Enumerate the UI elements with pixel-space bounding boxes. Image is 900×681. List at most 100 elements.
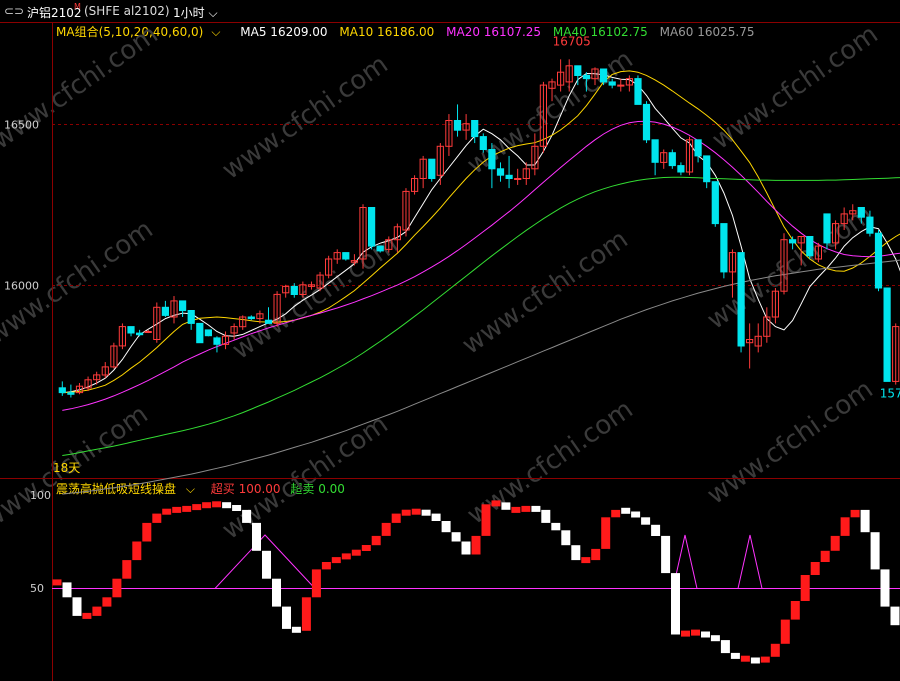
watermark: www.cfchi.com (457, 224, 634, 360)
indicator-bar (760, 656, 770, 663)
indicator-bar (571, 545, 581, 561)
indicator-bar (401, 509, 411, 516)
indicator-bar (222, 502, 232, 509)
candle-body (866, 216, 874, 234)
indicator-bar (770, 643, 780, 657)
indicator-bar (800, 575, 810, 601)
watermark: www.cfchi.com (217, 49, 394, 185)
indicator-bar (381, 522, 391, 536)
indicator-bar (122, 560, 132, 579)
indicator-bar (92, 606, 102, 616)
indicator-bar (112, 578, 122, 598)
candle-body (617, 84, 625, 87)
indicator-bar (182, 505, 192, 512)
indicator-bar (611, 509, 621, 518)
candle-body (179, 300, 187, 312)
indicator-bar (511, 506, 521, 513)
candle-body (136, 332, 144, 336)
candle-body (883, 287, 891, 382)
indicator-bar (661, 535, 671, 574)
indicator-bar (291, 626, 301, 633)
indicator-bar (701, 631, 710, 638)
indicator-bar (82, 612, 92, 619)
indicator-bar (242, 509, 252, 523)
y-tick-label: 16500 (4, 119, 39, 132)
indicator-bar (790, 601, 800, 620)
indicator-bar (541, 509, 551, 523)
candle-body (634, 78, 642, 105)
indicator-bar (671, 573, 680, 635)
indicator-bar (341, 553, 351, 560)
indicator-bar (102, 597, 112, 607)
indicator-bar (411, 508, 421, 515)
indicator-bar (710, 635, 720, 642)
indicator-bar (780, 619, 790, 644)
indicator-bar (491, 500, 501, 507)
candle-body (368, 207, 376, 247)
indicator-bar (810, 562, 820, 575)
indicator-bar (481, 504, 491, 536)
indicator-bar (890, 606, 900, 626)
candle-body (428, 158, 436, 179)
candle-body (488, 149, 496, 170)
high-price-label: 16705 (553, 34, 591, 48)
candle-body (514, 178, 522, 180)
candle-body (58, 387, 66, 394)
indicator-bar (451, 532, 461, 542)
indicator-bar (840, 517, 850, 536)
candle-body (668, 152, 676, 167)
candle-body (694, 139, 702, 157)
indicator-bar (471, 535, 481, 555)
candle-body (204, 329, 213, 337)
watermark: www.cfchi.com (707, 19, 884, 155)
watermark: www.cfchi.com (0, 19, 164, 155)
indicator-bar (880, 569, 890, 607)
candle-body (453, 120, 462, 131)
candle-body (720, 223, 728, 273)
candle-body (144, 331, 152, 333)
candle-body (711, 181, 719, 225)
candle-body (247, 316, 255, 320)
candle-body (703, 155, 711, 183)
candle-body (677, 165, 685, 173)
watermark: www.cfchi.com (702, 374, 879, 510)
indicator-bar (252, 522, 261, 551)
candle-body (187, 310, 195, 324)
candle-body (806, 236, 814, 257)
indicator-bar (461, 541, 471, 555)
candle-body (737, 252, 745, 347)
indicator-bar (282, 606, 291, 629)
candle-body (496, 168, 505, 176)
candle-body (642, 103, 651, 141)
candle-body (823, 213, 831, 244)
indicator-bar (301, 597, 311, 631)
indicator-bar (830, 535, 840, 551)
indicator-bar (501, 502, 511, 510)
indicator-bar (62, 582, 72, 598)
candle-body (290, 285, 298, 295)
indicator-bar (391, 513, 401, 523)
candle-body (161, 306, 170, 316)
indicator-bar (232, 505, 242, 511)
indicator-bar (870, 532, 880, 570)
candle-body (505, 174, 513, 180)
indicator-bar (421, 509, 431, 516)
indicator-bar (641, 517, 651, 525)
indicator-bar (361, 545, 371, 551)
watermark: www.cfchi.com (217, 409, 394, 545)
indicator-bar (441, 521, 451, 533)
indicator-bar (720, 640, 730, 654)
indicator-bar (591, 548, 601, 561)
indicator-bar (621, 507, 631, 514)
indicator-bar (860, 509, 870, 533)
candle-body (471, 120, 479, 138)
candle-body (789, 239, 797, 244)
indicator-bar (431, 513, 441, 521)
candle-body (213, 337, 221, 345)
chart-canvas[interactable]: www.cfchi.com www.cfchi.com www.cfchi.com w… (0, 0, 900, 681)
indicator-bar (551, 522, 561, 531)
indicator-bar (152, 513, 162, 523)
indicator-bar (581, 557, 591, 564)
candle-body (376, 245, 384, 252)
days-label: 18天 (53, 461, 80, 475)
